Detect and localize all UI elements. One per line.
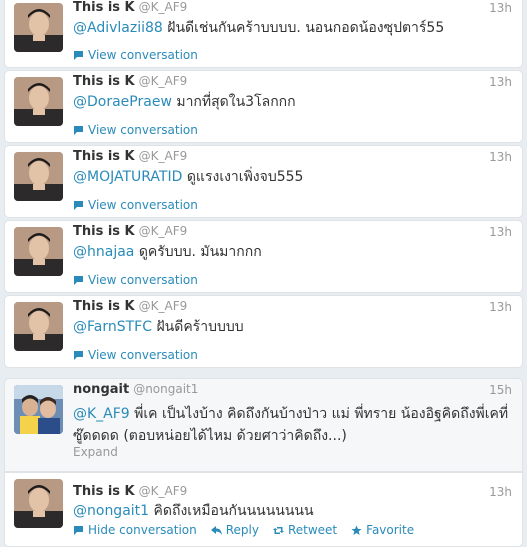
tweet-card[interactable]: This is K @K_AF9 13h @FarnSTFC ฝันดีคร้าบ… (4, 295, 523, 368)
author-name[interactable]: This is K (73, 74, 135, 89)
author-name[interactable]: This is K (73, 299, 135, 314)
tweet-card[interactable]: This is K @K_AF9 13h @DoraePraew มากที่สุ… (4, 70, 523, 143)
tweet-actions: View conversation (73, 48, 198, 62)
author-username[interactable]: @nongait1 (133, 382, 198, 396)
avatar[interactable] (14, 77, 63, 126)
avatar[interactable] (14, 302, 63, 351)
tweet-text: @hnajaa ดูครับบบ. มันมากกก (73, 243, 512, 262)
retweet-icon (272, 526, 284, 534)
tweet-text: @K_AF9 พี่เค เป็นไงบ้าง คิดถึงกันบ้างป่า… (73, 403, 514, 447)
tweet-header: This is K @K_AF9 13h (73, 74, 512, 92)
tweet-card[interactable]: This is K @K_AF9 13h @hnajaa ดูครับบบ. มั… (4, 220, 523, 293)
tweet-actions: Expand (73, 445, 118, 459)
mention-link[interactable]: @MOJATURATID (73, 169, 182, 185)
favorite-label: Favorite (366, 523, 415, 537)
author-name[interactable]: nongait (73, 382, 129, 397)
speech-bubble-icon (74, 350, 83, 360)
tweet-card[interactable]: This is K @K_AF9 13h @Adivlazii88 ฝันดีเช… (4, 0, 523, 68)
tweet-actions: View conversation (73, 198, 198, 212)
avatar[interactable] (14, 152, 63, 201)
timeline: This is K @K_AF9 13h @Adivlazii88 ฝันดีเช… (0, 0, 527, 547)
view-conversation-button[interactable]: View conversation (73, 48, 198, 62)
author-username[interactable]: @K_AF9 (139, 74, 188, 88)
author-username[interactable]: @K_AF9 (139, 224, 188, 238)
avatar[interactable] (14, 479, 63, 528)
conversation-reply-tweet[interactable]: This is K @K_AF9 13h @nongait1 คิดถึงเหมื… (4, 472, 523, 547)
star-icon (351, 525, 362, 535)
expand-button[interactable]: Expand (73, 445, 118, 459)
author-username[interactable]: @K_AF9 (139, 484, 188, 498)
speech-bubble-icon (74, 275, 83, 285)
tweet-actions: View conversation (73, 123, 198, 137)
tweet-body: คิดถึงเหมือนกันนนนนนนน (153, 503, 314, 519)
mention-link[interactable]: @FarnSTFC (73, 319, 152, 335)
tweet-text: @DoraePraew มากที่สุดใน3โลกกก (73, 93, 512, 112)
retweet-label: Retweet (287, 523, 338, 537)
tweet-time[interactable]: 13h (489, 75, 512, 89)
tweet-time[interactable]: 13h (489, 300, 512, 314)
mention-link[interactable]: @hnajaa (73, 244, 134, 260)
reply-arrow-icon (210, 525, 222, 535)
tweet-header: This is K @K_AF9 13h (73, 224, 512, 242)
tweet-card[interactable]: This is K @K_AF9 13h @MOJATURATID ดูแรงเง… (4, 145, 523, 218)
hide-conversation-button[interactable]: Hide conversation (73, 523, 197, 537)
tweet-header: This is K @K_AF9 13h (73, 484, 512, 502)
mention-link[interactable]: @K_AF9 (73, 406, 130, 422)
retweet-button[interactable]: Retweet (272, 523, 338, 537)
tweet-time[interactable]: 13h (489, 225, 512, 239)
tweet-header: This is K @K_AF9 13h (73, 299, 512, 317)
author-name[interactable]: This is K (73, 149, 135, 164)
reply-label: Reply (225, 523, 259, 537)
speech-bubble-icon (74, 525, 83, 535)
view-conversation-button[interactable]: View conversation (73, 198, 198, 212)
speech-bubble-icon (74, 200, 83, 210)
tweet-body: ดูครับบบ. มันมากกก (138, 244, 262, 260)
favorite-button[interactable]: Favorite (351, 523, 414, 537)
mention-link[interactable]: @Adivlazii88 (73, 20, 163, 36)
tweet-time[interactable]: 13h (489, 1, 512, 15)
view-conversation-label: View conversation (88, 273, 198, 287)
tweet-body: พี่เค เป็นไงบ้าง คิดถึงกันบ้างป่าว แม่ พ… (73, 406, 509, 444)
avatar[interactable] (14, 227, 63, 276)
reply-button[interactable]: Reply (210, 523, 259, 537)
tweet-body: ดูแรงเงาเพิ่งจบ555 (186, 169, 304, 185)
view-conversation-button[interactable]: View conversation (73, 273, 198, 287)
tweet-text: @Adivlazii88 ฝันดีเช่นกันคร้าบบบบ. นอนกอ… (73, 19, 512, 38)
tweet-time[interactable]: 15h (489, 383, 512, 397)
author-username[interactable]: @K_AF9 (139, 299, 188, 313)
speech-bubble-icon (74, 50, 83, 60)
tweet-actions: View conversation (73, 273, 198, 287)
tweet-header: This is K @K_AF9 13h (73, 149, 512, 167)
tweet-text: @nongait1 คิดถึงเหมือนกันนนนนนนน (73, 502, 512, 521)
tweet-text: @FarnSTFC ฝันดีคร้าบบบบ (73, 318, 512, 337)
author-username[interactable]: @K_AF9 (139, 0, 188, 14)
tweet-header: nongait @nongait1 15h (73, 382, 512, 400)
avatar[interactable] (14, 385, 63, 434)
tweet-actions: Hide conversation Reply Retweet Favorite (73, 523, 414, 537)
tweet-header: This is K @K_AF9 13h (73, 0, 512, 18)
conversation-parent-tweet[interactable]: nongait @nongait1 15h @K_AF9 พี่เค เป็นไง… (4, 378, 523, 472)
speech-bubble-icon (74, 125, 83, 135)
mention-link[interactable]: @DoraePraew (73, 94, 172, 110)
tweet-text: @MOJATURATID ดูแรงเงาเพิ่งจบ555 (73, 168, 512, 187)
tweet-body: มากที่สุดใน3โลกกก (176, 94, 296, 110)
tweet-body: ฝันดีคร้าบบบบ (156, 319, 244, 335)
tweet-actions: View conversation (73, 348, 198, 362)
view-conversation-label: View conversation (88, 198, 198, 212)
author-name[interactable]: This is K (73, 0, 135, 15)
tweet-time[interactable]: 13h (489, 485, 512, 499)
author-name[interactable]: This is K (73, 224, 135, 239)
view-conversation-button[interactable]: View conversation (73, 348, 198, 362)
mention-link[interactable]: @nongait1 (73, 503, 149, 519)
author-name[interactable]: This is K (73, 484, 135, 499)
tweet-time[interactable]: 13h (489, 150, 512, 164)
view-conversation-button[interactable]: View conversation (73, 123, 198, 137)
view-conversation-label: View conversation (88, 348, 198, 362)
hide-conversation-label: Hide conversation (88, 523, 197, 537)
tweet-body: ฝันดีเช่นกันคร้าบบบบ. นอนกอดน้องซุปตาร์5… (167, 20, 445, 36)
view-conversation-label: View conversation (88, 123, 198, 137)
author-username[interactable]: @K_AF9 (139, 149, 188, 163)
avatar[interactable] (14, 3, 63, 52)
view-conversation-label: View conversation (88, 48, 198, 62)
